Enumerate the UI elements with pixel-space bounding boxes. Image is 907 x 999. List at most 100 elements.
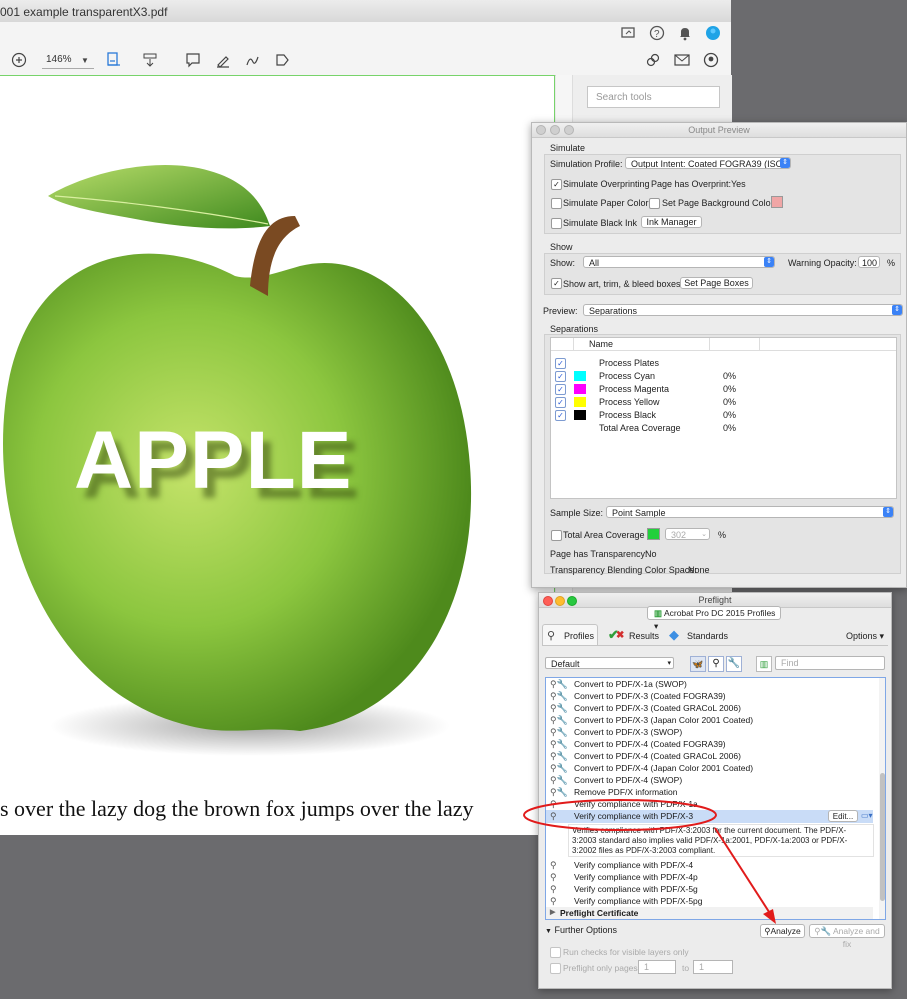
analyze-button[interactable]: ⚲Analyze bbox=[760, 924, 805, 938]
profile-category-select[interactable]: Default ▾ bbox=[545, 657, 674, 669]
highlight-pen-icon[interactable] bbox=[212, 49, 234, 71]
page-from-input[interactable]: 1 bbox=[638, 960, 676, 974]
fit-page-icon[interactable] bbox=[104, 49, 126, 71]
profile-menu-chevron-icon[interactable]: ▭▾ bbox=[861, 810, 873, 822]
separation-row[interactable]: ✓ Process Yellow 0% bbox=[551, 396, 896, 409]
stamp-icon[interactable] bbox=[271, 49, 293, 71]
tab-profiles[interactable]: ⚲ Profiles bbox=[542, 624, 598, 646]
separation-checkbox[interactable]: ✓ bbox=[555, 397, 566, 408]
separation-checkbox[interactable]: ✓ bbox=[555, 371, 566, 382]
list-item[interactable]: ⚲🔧 Convert to PDF/X-4 (Japan Color 2001 C… bbox=[546, 762, 873, 774]
total-area-coverage-checkbox[interactable] bbox=[551, 530, 562, 541]
list-item-label: Verify compliance with PDF/X-5g bbox=[574, 884, 698, 894]
separation-checkbox[interactable]: ✓ bbox=[555, 384, 566, 395]
set-page-bg-color-label: Set Page Background Color bbox=[662, 198, 774, 208]
separation-checkbox[interactable]: ✓ bbox=[555, 358, 566, 369]
separation-row[interactable]: ✓ Process Plates bbox=[551, 357, 896, 370]
separation-row[interactable]: Total Area Coverage 0% bbox=[551, 422, 896, 435]
find-input[interactable]: Find bbox=[775, 656, 885, 670]
separation-row[interactable]: ✓ Process Cyan 0% bbox=[551, 370, 896, 383]
page-to-label: to bbox=[682, 963, 690, 973]
library-toggle-icon[interactable]: ▥ bbox=[756, 656, 772, 672]
list-item[interactable]: ⚲🔧 Convert to PDF/X-4 (Coated FOGRA39) bbox=[546, 738, 873, 750]
edit-button[interactable]: Edit... bbox=[828, 810, 858, 822]
pages-only-checkbox[interactable] bbox=[550, 963, 561, 974]
options-menu[interactable]: Options ▾ bbox=[846, 631, 884, 642]
sample-size-select[interactable]: Point Sample ⇕ bbox=[606, 506, 894, 518]
tab-results[interactable]: ✔ ✖ Results bbox=[606, 624, 661, 646]
separation-row[interactable]: ✓ Process Magenta 0% bbox=[551, 383, 896, 396]
user-avatar[interactable] bbox=[702, 22, 724, 44]
zoom-in-icon[interactable] bbox=[8, 49, 30, 71]
zoom-window-icon[interactable] bbox=[567, 596, 577, 606]
list-item[interactable]: ⚲🔧 Convert to PDF/X-3 (Coated GRACoL 2006… bbox=[546, 702, 873, 714]
simulate-black-ink-checkbox[interactable] bbox=[551, 218, 562, 229]
show-header: Show bbox=[550, 242, 573, 252]
preview-select[interactable]: Separations ⇕ bbox=[583, 304, 903, 316]
account-icon[interactable] bbox=[700, 49, 722, 71]
check-fix-icon: ⚲🔧 bbox=[550, 763, 568, 773]
simulate-overprinting-checkbox[interactable]: ✓ bbox=[551, 179, 562, 190]
scroll-mode-icon[interactable] bbox=[139, 49, 161, 71]
tac-value-select[interactable]: 302 ⌄ bbox=[665, 528, 710, 540]
tac-color-swatch[interactable] bbox=[647, 528, 660, 540]
further-options-toggle[interactable]: ▼ Further Options bbox=[545, 925, 617, 935]
analyze-and-fix-button[interactable]: ⚲🔧 Analyze and fix bbox=[809, 924, 885, 949]
page-bg-color-swatch[interactable] bbox=[771, 196, 783, 208]
list-item[interactable]: ⚲🔧 Convert to PDF/X-3 (SWOP) bbox=[546, 726, 873, 738]
share-screen-icon[interactable] bbox=[617, 22, 639, 44]
list-item[interactable]: ⚲🔧 Convert to PDF/X-3 (Coated FOGRA39) bbox=[546, 690, 873, 702]
list-item[interactable]: ⚲ Verify compliance with PDF/X-4p bbox=[546, 871, 873, 883]
column-divider bbox=[573, 338, 574, 350]
window-controls[interactable] bbox=[536, 125, 578, 139]
list-scrollbar-thumb[interactable] bbox=[880, 773, 885, 901]
show-select[interactable]: All ⇕ bbox=[583, 256, 775, 268]
list-item[interactable]: ⚲ Verify compliance with PDF/X-5pg bbox=[546, 895, 873, 907]
simulation-profile-select[interactable]: Output Intent: Coated FOGRA39 (ISO 12...… bbox=[625, 157, 791, 169]
yellow-swatch bbox=[574, 397, 586, 407]
list-item[interactable]: ⚲🔧 Convert to PDF/X-4 (Coated GRACoL 2006… bbox=[546, 750, 873, 762]
ink-manager-button[interactable]: Ink Manager bbox=[641, 216, 702, 228]
page-has-overprint-label: Page has Overprint: bbox=[651, 179, 732, 189]
search-tools-input[interactable]: Search tools bbox=[587, 86, 720, 108]
check-magnifier-icon[interactable]: ⚲ bbox=[708, 656, 724, 672]
minimize-window-icon[interactable] bbox=[555, 596, 565, 606]
output-preview-titlebar: Output Preview bbox=[532, 123, 906, 138]
show-boxes-checkbox[interactable]: ✓ bbox=[551, 278, 562, 289]
notification-bell-icon[interactable] bbox=[674, 22, 696, 44]
separation-checkbox[interactable]: ✓ bbox=[555, 410, 566, 421]
zoom-level-field[interactable]: 146% bbox=[42, 52, 94, 69]
list-item[interactable]: ⚲ Verify compliance with PDF/X-1a bbox=[546, 798, 873, 810]
fixup-wrench-icon[interactable]: 🔧 bbox=[726, 656, 742, 672]
tab-standards[interactable]: ◆ Standards bbox=[668, 624, 730, 646]
show-boxes-label: Show art, trim, & bleed boxes bbox=[563, 279, 681, 289]
warning-opacity-input[interactable]: 100 bbox=[858, 256, 880, 268]
help-icon[interactable]: ? bbox=[646, 22, 668, 44]
list-item[interactable]: ⚲🔧 Convert to PDF/X-3 (Japan Color 2001 C… bbox=[546, 714, 873, 726]
certificate-group-row[interactable]: ▶ Preflight Certificate bbox=[546, 907, 873, 919]
list-item-selected[interactable]: ⚲ Verify compliance with PDF/X-3 Edit...… bbox=[546, 810, 873, 823]
simulate-paper-color-checkbox[interactable] bbox=[551, 198, 562, 209]
separation-name: Process Yellow bbox=[599, 397, 660, 407]
list-item[interactable]: ⚲🔧 Convert to PDF/X-1a (SWOP) bbox=[546, 678, 873, 690]
close-window-icon[interactable] bbox=[543, 596, 553, 606]
separation-row[interactable]: ✓ Process Black 0% bbox=[551, 409, 896, 422]
profiles-library-dropdown[interactable]: ▥ Acrobat Pro DC 2015 Profiles ▾ bbox=[647, 606, 781, 631]
list-item[interactable]: ⚲🔧 Remove PDF/X information bbox=[546, 786, 873, 798]
favorites-icon[interactable]: 🦋 bbox=[690, 656, 706, 672]
comment-icon[interactable] bbox=[182, 49, 204, 71]
check-icon: ⚲ bbox=[550, 896, 557, 906]
sign-icon[interactable] bbox=[242, 49, 264, 71]
window-titlebar: 001 example transparentX3.pdf bbox=[0, 0, 731, 23]
svg-text:?: ? bbox=[654, 29, 660, 40]
list-item[interactable]: ⚲ Verify compliance with PDF/X-5g bbox=[546, 883, 873, 895]
visible-layers-checkbox[interactable] bbox=[550, 947, 561, 958]
set-page-boxes-button[interactable]: Set Page Boxes bbox=[680, 277, 753, 289]
output-preview-title: Output Preview bbox=[688, 125, 750, 135]
mail-icon[interactable] bbox=[671, 49, 693, 71]
page-to-input[interactable]: 1 bbox=[693, 960, 733, 974]
link-icon[interactable] bbox=[642, 49, 664, 71]
list-item[interactable]: ⚲🔧 Convert to PDF/X-4 (SWOP) bbox=[546, 774, 873, 786]
set-page-bg-color-checkbox[interactable] bbox=[649, 198, 660, 209]
list-item[interactable]: ⚲ Verify compliance with PDF/X-4 bbox=[546, 859, 873, 871]
